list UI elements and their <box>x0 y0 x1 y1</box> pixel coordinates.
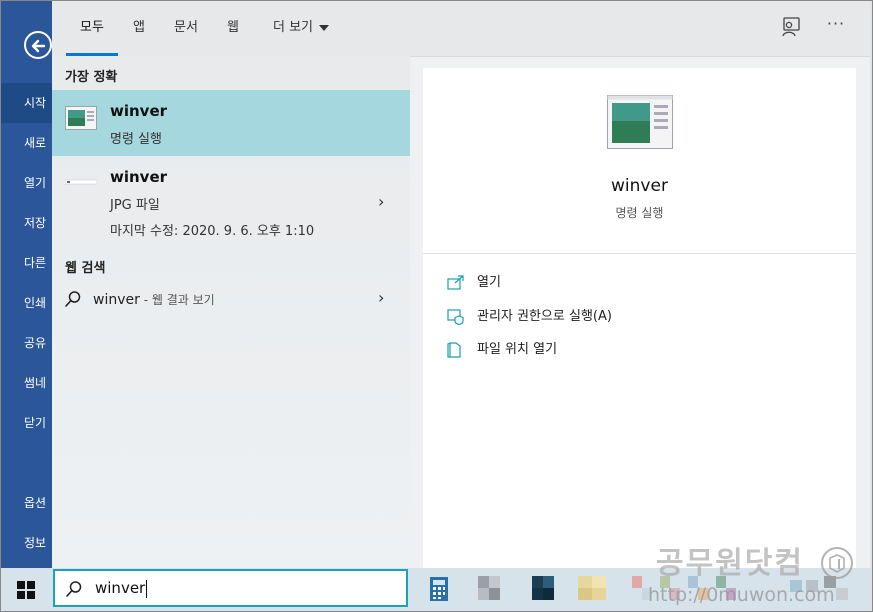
word-menu-item-print[interactable]: 인쇄 <box>0 283 52 323</box>
watermark-url: http://0muwon.com <box>648 584 835 606</box>
image-file-icon <box>65 179 97 185</box>
best-match-heading: 가장 정확 <box>65 70 118 85</box>
search-icon <box>65 291 81 307</box>
tab-apps[interactable]: 앱 <box>128 0 150 56</box>
run-as-admin-label: 관리자 권한으로 실행(A) <box>477 309 612 324</box>
search-input[interactable]: winver <box>95 579 148 598</box>
back-button[interactable] <box>24 31 52 59</box>
shield-icon <box>447 309 464 325</box>
detail-title: winver <box>611 176 668 196</box>
blurred-app-icon[interactable] <box>532 572 554 604</box>
feedback-button[interactable] <box>780 16 802 38</box>
word-menu-item-save-as[interactable]: 다른 <box>0 243 52 283</box>
best-match-item[interactable]: winver 명령 실행 <box>52 90 410 156</box>
back-arrow-icon <box>31 39 46 53</box>
word-menu-item-new[interactable]: 새로 <box>0 123 52 163</box>
word-menu-item-share[interactable]: 공유 <box>0 323 52 363</box>
tab-all[interactable]: 모두 <box>66 0 118 56</box>
word-menu-item-open[interactable]: 열기 <box>0 163 52 203</box>
search-filter-tabs: 모두 앱 문서 웹 더 보기 ··· <box>52 0 870 57</box>
results-list: 가장 정확 winver 명령 실행 winver JPG 파일 마지막 수정:… <box>52 56 410 568</box>
tab-documents[interactable]: 문서 <box>169 0 203 56</box>
tab-more[interactable]: 더 보기 <box>264 0 338 56</box>
start-button[interactable] <box>0 568 52 612</box>
word-menu-item-thumbnail[interactable]: 썸네 <box>0 363 52 403</box>
calculator-icon[interactable] <box>428 572 450 604</box>
web-search-item[interactable]: winver - 웹 결과 보기 › <box>52 284 410 318</box>
more-options-button[interactable]: ··· <box>822 14 850 38</box>
word-menu-item-save[interactable]: 저장 <box>0 203 52 243</box>
web-search-suffix: - 웹 결과 보기 <box>139 293 215 307</box>
word-menu-item-options[interactable]: 옵션 <box>0 483 52 523</box>
word-backstage-sidebar: 시작 새로 열기 저장 다른 인쇄 공유 썸네 닫기 옵션 정보 <box>0 0 52 568</box>
caret-down-icon <box>319 24 329 31</box>
search-input-value: winver <box>95 579 146 597</box>
text-caret <box>146 579 148 598</box>
watermark-logo <box>821 547 853 579</box>
open-action-label: 열기 <box>477 275 501 290</box>
file-result-title: winver <box>110 168 168 186</box>
web-search-text: winver - 웹 결과 보기 <box>93 291 215 308</box>
app-window-icon <box>65 106 97 130</box>
word-menu-item-info[interactable]: 정보 <box>0 523 52 563</box>
app-window-icon <box>607 95 673 149</box>
web-search-heading: 웹 검색 <box>65 261 106 276</box>
chevron-right-icon[interactable]: › <box>378 192 384 211</box>
best-match-title: winver <box>110 102 168 120</box>
open-file-location-label: 파일 위치 열기 <box>477 342 558 357</box>
best-match-subtitle: 명령 실행 <box>110 132 162 147</box>
search-panel: 모두 앱 문서 웹 더 보기 ··· 가장 정확 winver 명령 실행 wi… <box>52 0 870 568</box>
word-menu-item-close[interactable]: 닫기 <box>0 403 52 443</box>
tab-more-label: 더 보기 <box>272 20 313 35</box>
windows-logo-icon <box>17 581 35 599</box>
blurred-app-icon[interactable] <box>578 572 606 604</box>
open-external-icon <box>447 275 464 290</box>
detail-pane: winver 명령 실행 열기 관리자 권한으로 실행(A) 파일 위치 열기 <box>423 68 856 568</box>
tab-web[interactable]: 웹 <box>222 0 244 56</box>
folder-location-icon <box>447 342 461 358</box>
detail-subtitle: 명령 실행 <box>615 206 664 220</box>
chevron-right-icon[interactable]: › <box>378 288 384 307</box>
feedback-person-icon <box>782 17 800 37</box>
taskbar-search-box[interactable]: winver <box>53 569 408 607</box>
file-result-modified: 마지막 수정: 2020. 9. 6. 오후 1:10 <box>110 224 315 239</box>
word-menu-item-start[interactable]: 시작 <box>0 83 52 123</box>
detail-header: winver 명령 실행 <box>423 68 856 254</box>
blurred-app-icon[interactable] <box>478 572 500 604</box>
search-icon <box>66 581 82 597</box>
watermark-text: 공무원닷컴 <box>656 546 804 581</box>
file-result-item[interactable]: winver JPG 파일 마지막 수정: 2020. 9. 6. 오후 1:1… <box>52 164 410 244</box>
web-search-query: winver <box>93 292 140 308</box>
file-result-type: JPG 파일 <box>110 198 160 213</box>
